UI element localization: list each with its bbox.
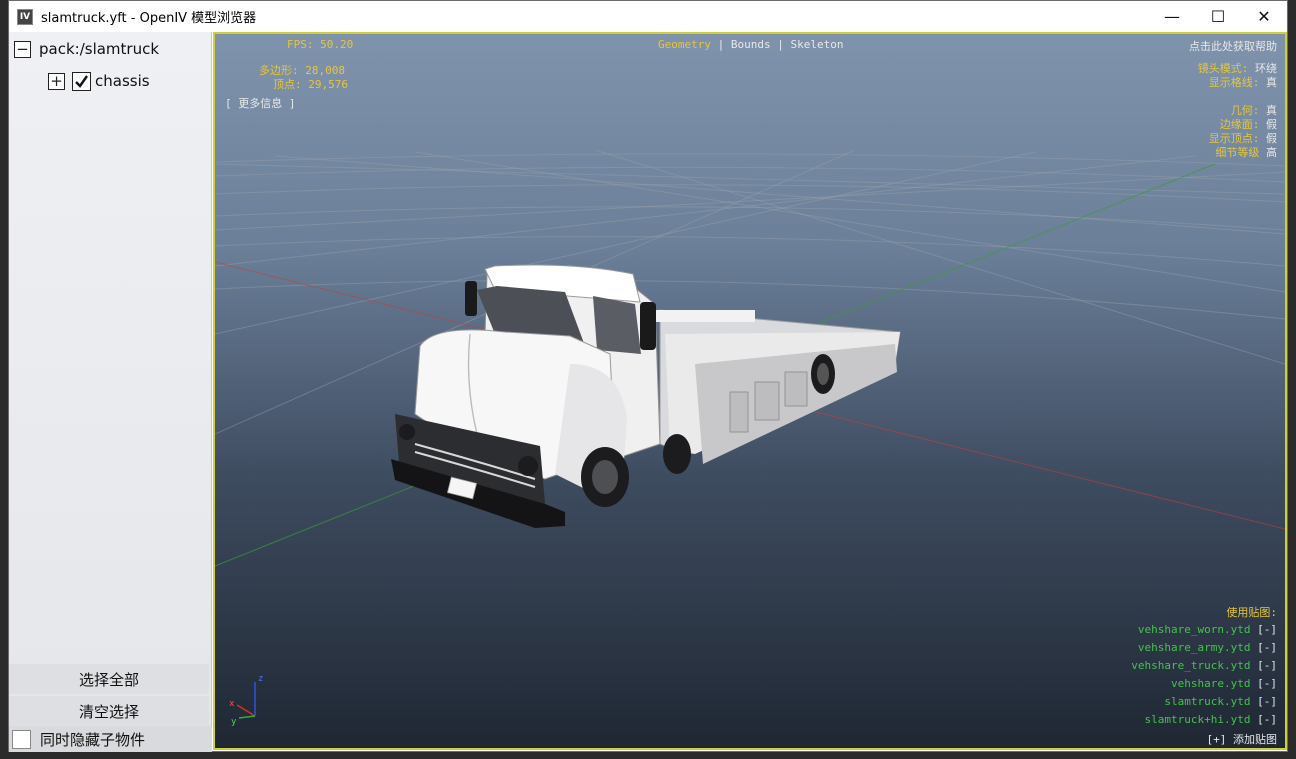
tab-geometry[interactable]: Geometry — [658, 38, 711, 51]
tree-node-root[interactable]: − pack:/slamtruck — [14, 38, 159, 60]
remove-texture-button[interactable]: [-] — [1257, 695, 1277, 708]
texture-item: slamtruck.ytd [-] — [1164, 695, 1277, 708]
hide-children-label: 同时隐藏子物件 — [40, 730, 146, 749]
texture-item: vehshare.ytd [-] — [1171, 677, 1277, 690]
checkmark-icon — [75, 74, 88, 88]
setting-edge-faces[interactable]: 边缘面: 假 — [1198, 118, 1277, 132]
setting-show-grid[interactable]: 显示格线: 真 — [1198, 76, 1277, 90]
window-title: slamtruck.yft - OpenIV 模型浏览器 — [41, 11, 257, 26]
tab-separator: | — [777, 38, 784, 51]
texture-item: vehshare_worn.ytd [-] — [1137, 623, 1277, 636]
vertex-count-label: 顶点: — [273, 78, 302, 91]
texture-item: vehshare_army.ytd [-] — [1137, 641, 1277, 654]
model-tree-panel: − pack:/slamtruck + chassis 选择全部 清空选择 同时… — [9, 32, 212, 752]
hide-children-checkbox[interactable] — [12, 729, 31, 749]
3d-viewport[interactable]: z x y FPS: 50.20 多边形: 28,008 顶点: 29,576 … — [213, 32, 1287, 750]
texture-item: vehshare_truck.ytd [-] — [1131, 659, 1277, 672]
tab-bounds[interactable]: Bounds — [731, 38, 771, 51]
chassis-checkbox[interactable] — [72, 71, 91, 91]
more-info-link[interactable]: [ 更多信息 ] — [225, 95, 296, 111]
minimize-button[interactable]: — — [1149, 1, 1195, 32]
viewport-scene: z x y — [215, 149, 1285, 727]
fps-value: 50.20 — [320, 38, 354, 51]
setting-lod[interactable]: 细节等级 高 — [1198, 146, 1277, 160]
viewer-settings: 镜头模式: 环绕 显示格线: 真 几何: 真 边缘面: 假 显示顶点: 假 细节… — [1198, 62, 1277, 160]
remove-texture-button[interactable]: [-] — [1257, 713, 1277, 726]
view-mode-tabs: Geometry | Bounds | Skeleton — [658, 38, 843, 51]
clear-selection-button[interactable]: 清空选择 — [9, 696, 209, 726]
texture-item: slamtruck+hi.ytd [-] — [1144, 713, 1277, 726]
remove-texture-button[interactable]: [-] — [1257, 641, 1277, 654]
fps-label: FPS: — [287, 38, 314, 51]
fps-readout: FPS: 50.20 — [287, 38, 353, 51]
hide-children-option[interactable]: 同时隐藏子物件 — [9, 726, 212, 752]
expand-icon[interactable]: + — [48, 72, 65, 90]
axis-y-label: y — [231, 717, 237, 727]
collapse-icon[interactable]: − — [14, 40, 31, 58]
openiv-app-icon: IV — [17, 8, 33, 25]
close-button[interactable]: ✕ — [1241, 1, 1287, 32]
openiv-window: IV slamtruck.yft - OpenIV 模型浏览器 — ☐ ✕ − … — [8, 0, 1288, 752]
remove-texture-button[interactable]: [-] — [1257, 659, 1277, 672]
tree-node-chassis[interactable]: + chassis — [48, 70, 150, 92]
remove-texture-button[interactable]: [-] — [1257, 623, 1277, 636]
setting-show-vertices[interactable]: 显示顶点: 假 — [1198, 132, 1277, 146]
setting-geometry[interactable]: 几何: 真 — [1198, 104, 1277, 118]
help-link[interactable]: 点击此处获取帮助 — [1189, 38, 1277, 54]
textures-header: 使用贴图: — [1226, 606, 1277, 619]
tab-separator: | — [717, 38, 725, 51]
tab-skeleton[interactable]: Skeleton — [790, 38, 843, 51]
maximize-button[interactable]: ☐ — [1195, 1, 1241, 32]
tree-root-label[interactable]: pack:/slamtruck — [39, 40, 159, 58]
slamtruck-model[interactable] — [391, 264, 901, 528]
vertex-count-readout: 顶点: 29,576 — [273, 76, 348, 92]
title-bar: IV slamtruck.yft - OpenIV 模型浏览器 — ☐ ✕ — [9, 1, 1287, 32]
remove-texture-button[interactable]: [-] — [1257, 677, 1277, 690]
window-controls: — ☐ ✕ — [1149, 1, 1287, 32]
axis-x-label: x — [229, 699, 235, 709]
vertex-count-value: 29,576 — [308, 78, 348, 91]
add-texture-button[interactable]: [+] 添加贴图 — [1207, 731, 1278, 747]
setting-camera-mode[interactable]: 镜头模式: 环绕 — [1198, 62, 1277, 76]
tree-chassis-label[interactable]: chassis — [95, 72, 150, 90]
axis-gizmo: z x y — [229, 674, 263, 727]
axis-z-label: z — [258, 674, 263, 684]
select-all-button[interactable]: 选择全部 — [9, 664, 209, 694]
